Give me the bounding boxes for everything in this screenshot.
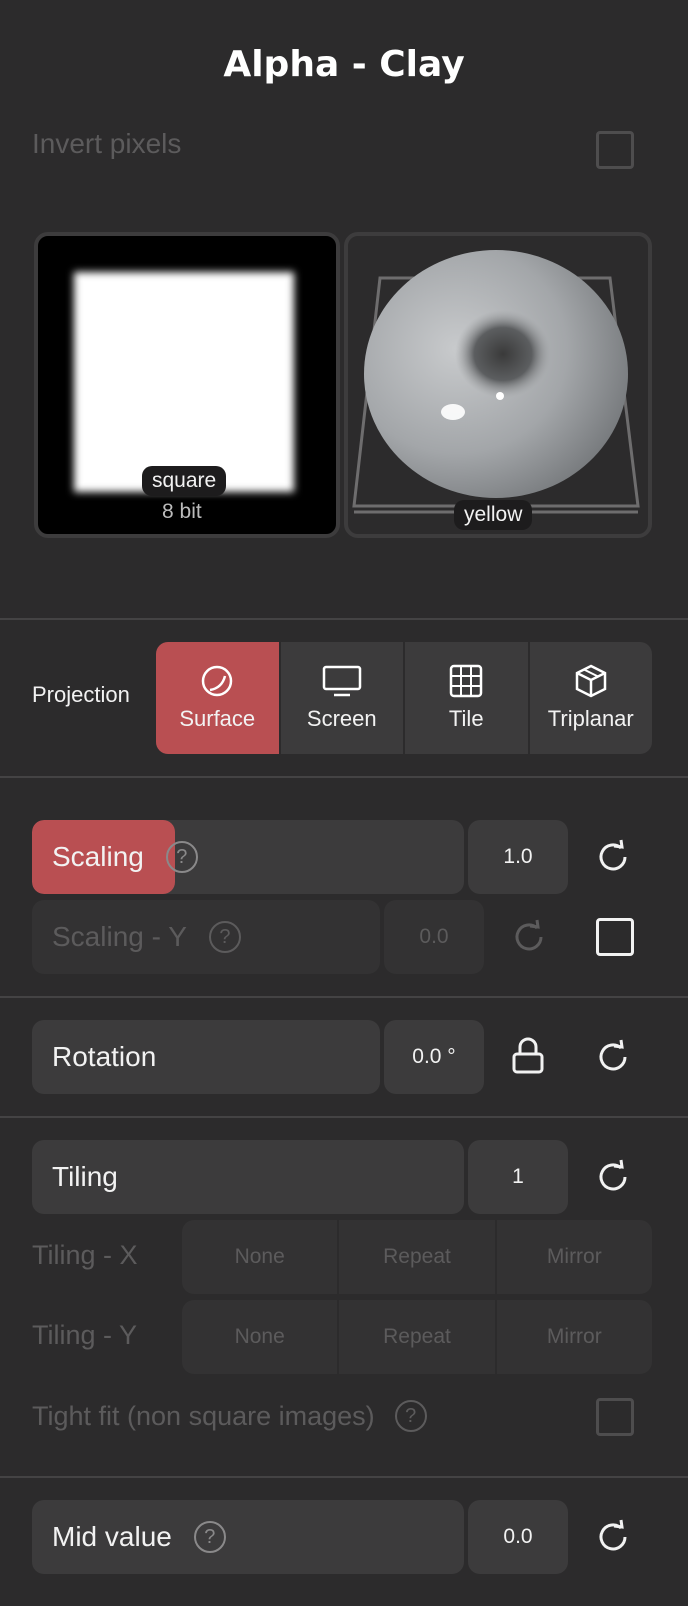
projection-tile-button[interactable]: Tile [405, 642, 530, 754]
tiling-y-none-button[interactable]: None [182, 1300, 340, 1374]
scaling-y-slider[interactable]: Scaling - Y? [32, 900, 380, 974]
tiling-y-repeat-button[interactable]: Repeat [339, 1300, 497, 1374]
alpha-preview[interactable]: square 8 bit [34, 232, 340, 538]
reset-icon[interactable] [594, 1518, 632, 1556]
scaling-y-value-field[interactable]: 0.0 [384, 900, 484, 974]
projection-surface-label: Surface [179, 706, 256, 731]
projection-screen-button[interactable]: Screen [281, 642, 405, 754]
invert-pixels-checkbox[interactable] [596, 131, 634, 169]
tiling-x-label: Tiling - X [32, 1240, 138, 1270]
reset-icon[interactable] [594, 838, 632, 876]
projection-selector: Surface Screen Tile Triplanar [156, 642, 652, 754]
material-preview[interactable]: yellow [344, 232, 652, 538]
divider [0, 996, 688, 998]
projection-tile-label: Tile [448, 706, 484, 731]
tiling-x-none-button[interactable]: None [182, 1220, 340, 1294]
material-name-badge: yellow [454, 500, 533, 530]
surface-icon [202, 665, 233, 697]
tiling-y-mirror-button[interactable]: Mirror [497, 1300, 652, 1374]
tiling-label: Tiling [52, 1161, 118, 1192]
reset-icon[interactable] [510, 918, 548, 956]
mid-value-label: Mid value [52, 1521, 172, 1552]
scaling-label: Scaling [52, 841, 144, 872]
tight-fit-label: Tight fit (non square images) [32, 1400, 375, 1431]
reset-icon[interactable] [594, 1158, 632, 1196]
reset-icon[interactable] [594, 1038, 632, 1076]
mid-value-slider[interactable]: Mid value? [32, 1500, 464, 1574]
tiling-x-selector: None Repeat Mirror [182, 1220, 652, 1294]
scaling-value-field[interactable]: 1.0 [468, 820, 568, 894]
monitor-icon [322, 665, 361, 697]
mid-value-value-field[interactable]: 0.0 [468, 1500, 568, 1574]
tight-fit-row: Tight fit (non square images) ? [32, 1400, 427, 1432]
projection-surface-button[interactable]: Surface [156, 642, 281, 754]
projection-triplanar-label: Triplanar [547, 706, 634, 731]
divider [0, 1116, 688, 1118]
tiling-x-mirror-button[interactable]: Mirror [497, 1220, 652, 1294]
divider [0, 776, 688, 778]
help-icon[interactable]: ? [394, 1400, 427, 1432]
projection-triplanar-button[interactable]: Triplanar [530, 642, 653, 754]
rotation-value-field[interactable]: 0.0 ° [384, 1020, 484, 1094]
tiling-y-selector: None Repeat Mirror [182, 1300, 652, 1374]
divider [0, 1476, 688, 1478]
tiling-x-repeat-button[interactable]: Repeat [339, 1220, 497, 1294]
lock-icon[interactable] [510, 1036, 546, 1076]
alpha-depth-label: 8 bit [162, 500, 202, 523]
tiling-value-field[interactable]: 1 [468, 1140, 568, 1214]
invert-pixels-label: Invert pixels [32, 128, 182, 159]
tiling-slider[interactable]: Tiling [32, 1140, 464, 1214]
alpha-name-badge: square [142, 466, 227, 496]
panel-title: Alpha - Clay [223, 44, 465, 85]
tight-fit-checkbox[interactable] [596, 1398, 634, 1436]
help-icon[interactable]: ? [208, 921, 241, 953]
projection-label: Projection [32, 682, 130, 707]
grid-icon [450, 664, 483, 698]
cube-icon [575, 664, 606, 698]
rotation-slider[interactable]: Rotation [32, 1020, 380, 1094]
alpha-square-image [74, 272, 294, 492]
divider [0, 618, 688, 620]
scaling-y-checkbox[interactable] [596, 918, 634, 956]
scaling-y-label: Scaling - Y [52, 921, 187, 952]
help-icon[interactable]: ? [165, 841, 198, 873]
projection-screen-label: Screen [306, 706, 377, 731]
material-sphere-image [352, 250, 640, 514]
tiling-y-label: Tiling - Y [32, 1320, 138, 1350]
help-icon[interactable]: ? [193, 1521, 226, 1553]
rotation-label: Rotation [52, 1041, 157, 1072]
scaling-slider[interactable]: Scaling? [32, 820, 464, 894]
